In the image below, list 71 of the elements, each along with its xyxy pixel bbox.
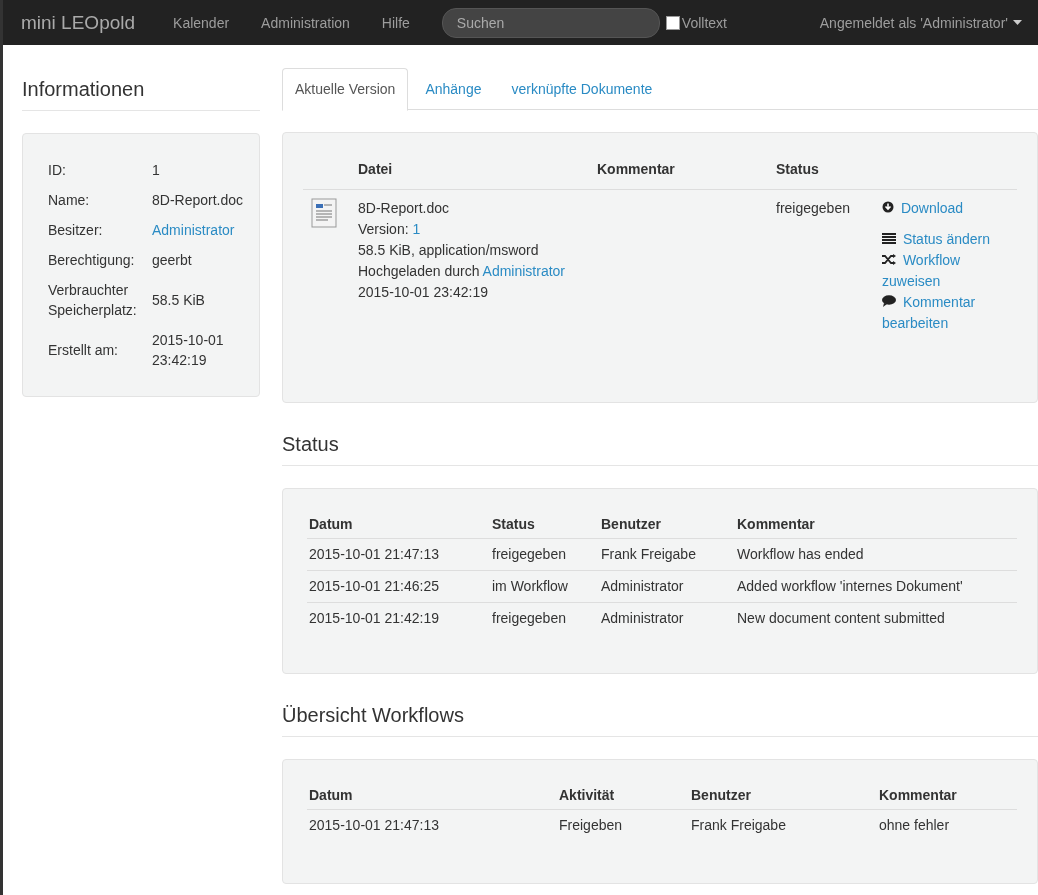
user-link[interactable]: Administrator: [482, 263, 565, 279]
info-value: 58.5 KiB: [152, 291, 206, 310]
table-cell: freigegeben: [490, 602, 599, 634]
info-label: Erstellt am:: [48, 341, 119, 360]
download-icon: [882, 201, 894, 213]
column-header: Status: [490, 512, 599, 539]
nav-link[interactable]: Administration: [261, 14, 350, 31]
table-cell: freigegeben: [490, 538, 599, 571]
nav-link[interactable]: Hilfe: [381, 14, 410, 31]
info-value: 2015-10-01 23:42:19: [152, 331, 225, 370]
version-link[interactable]: 1: [412, 221, 421, 237]
table-cell: Workflow has ended: [735, 538, 1017, 571]
column-header: Kommentar: [597, 160, 676, 179]
column-header: Status: [776, 160, 820, 179]
table-cell: Administrator: [599, 602, 735, 634]
section-heading: Übersicht Workflows: [282, 704, 1038, 737]
tab[interactable]: verknüpfte Dokumente: [498, 68, 666, 109]
info-label: Besitzer:: [48, 221, 104, 240]
file-version: Version: 1: [358, 220, 421, 239]
checkbox-label[interactable]: Volltext: [681, 14, 727, 31]
file-size: 58.5 KiB, application/msword: [358, 241, 539, 260]
user-menu[interactable]: Angemeldet als 'Administrator': [819, 14, 1022, 31]
info-label: Verbrauchter Speicherplatz:: [48, 281, 138, 320]
info-value: 1: [152, 161, 161, 180]
action-link[interactable]: Download: [882, 198, 1004, 219]
table-cell: ohne fehler: [877, 809, 1017, 841]
table-cell: Freigeben: [557, 809, 689, 841]
info-value: geerbt: [152, 251, 193, 270]
column-header: Kommentar: [735, 512, 1017, 539]
table-cell: Administrator: [599, 570, 735, 603]
table-cell: New document content submitted: [735, 602, 1017, 634]
tab[interactable]: Anhänge: [412, 68, 495, 109]
column-header: Benutzer: [599, 512, 735, 539]
table-cell: im Workflow: [490, 570, 599, 603]
column-header: Kommentar: [877, 783, 1017, 810]
nav-link[interactable]: Kalender: [173, 14, 230, 31]
file-date: 2015-10-01 23:42:19: [358, 283, 488, 302]
table-cell: Frank Freigabe: [689, 809, 877, 841]
column-header: Datei: [358, 160, 394, 179]
info-label: ID:: [48, 161, 67, 180]
info-label: Name:: [48, 191, 91, 210]
info-link[interactable]: Administrator: [152, 220, 251, 240]
table-cell: 2015-10-01 21:46:25: [307, 570, 490, 603]
table-cell: Frank Freigabe: [599, 538, 735, 571]
tab[interactable]: Aktuelle Version: [282, 68, 409, 111]
action-link[interactable]: Workflow zuweisen: [882, 250, 1004, 292]
search-field[interactable]: Suchen: [441, 7, 660, 38]
column-header: Datum: [307, 512, 490, 539]
section-heading: Status: [282, 433, 1038, 466]
table-cell: 2015-10-01 21:47:13: [307, 809, 557, 841]
status-text: freigegeben: [776, 199, 851, 218]
section-heading: Informationen: [22, 78, 260, 111]
table-cell: Added workflow 'internes Dokument': [735, 570, 1017, 603]
shuffle-icon: [882, 254, 896, 265]
brand-link[interactable]: mini LEOpold: [21, 11, 136, 34]
comment-icon: [882, 295, 896, 307]
file-name: 8D-Report.doc: [358, 199, 450, 218]
list-icon: [882, 233, 896, 244]
info-value: 8D-Report.doc: [152, 191, 245, 210]
action-link[interactable]: Kommentar bearbeiten: [882, 292, 1004, 334]
info-label: Berechtigung:: [48, 251, 136, 270]
column-header: Datum: [307, 783, 557, 810]
table-cell: 2015-10-01 21:42:19: [307, 602, 490, 634]
action-link[interactable]: Status ändern: [882, 229, 1004, 250]
table-cell: 2015-10-01 21:47:13: [307, 538, 490, 571]
fulltext-checkbox[interactable]: [665, 15, 680, 30]
column-header: Benutzer: [689, 783, 877, 810]
uploaded-by: Hochgeladen durch Administrator: [358, 262, 565, 281]
document-icon: [311, 198, 337, 228]
column-header: Aktivität: [557, 783, 689, 810]
caret-icon: [1013, 20, 1022, 25]
